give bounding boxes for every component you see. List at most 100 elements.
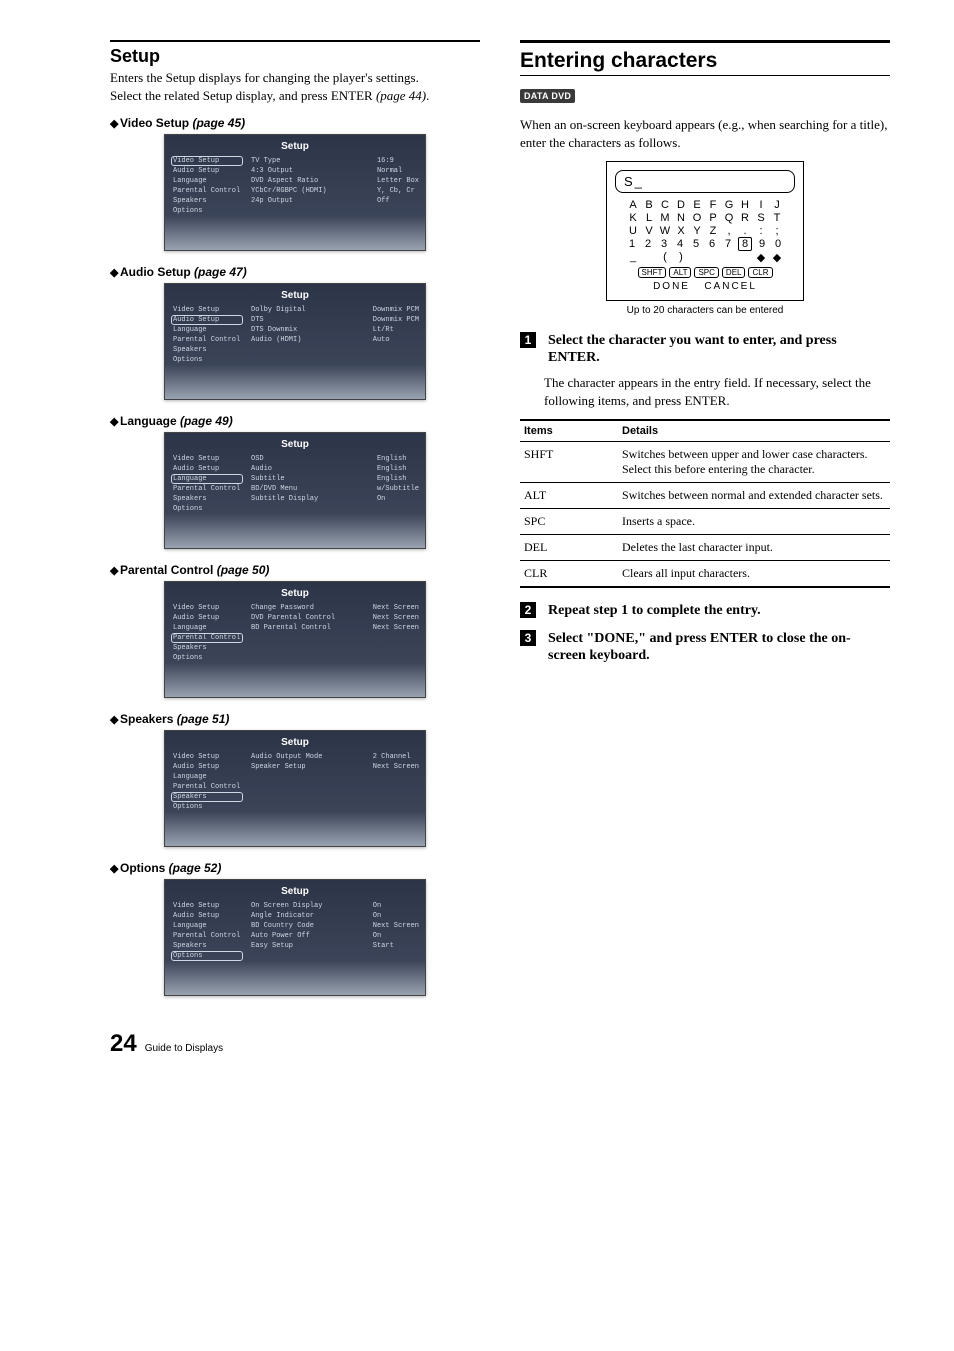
keyboard-entry-field: S_	[615, 170, 795, 193]
section-title: Speakers	[120, 712, 173, 726]
menu-item: Options	[171, 504, 243, 514]
keyboard-key: B	[643, 199, 655, 211]
ec-intro: When an on-screen keyboard appears (e.g.…	[520, 116, 890, 151]
keyboard-key: C	[659, 199, 671, 211]
menu-item: Audio Setup	[171, 315, 243, 325]
keyboard-key: .	[739, 225, 751, 237]
setting-value: On	[373, 931, 419, 941]
setting-label: On Screen Display	[251, 901, 363, 911]
keyboard-key: A	[627, 199, 639, 211]
table-cell-detail: Deletes the last character input.	[618, 535, 890, 561]
setting-label: 4:3 Output	[251, 166, 367, 176]
setting-value: Downmix PCM	[373, 305, 419, 315]
screenshot-title: Setup	[165, 284, 425, 305]
menu-item: Parental Control	[171, 782, 243, 792]
setting-value: Start	[373, 941, 419, 951]
table-cell-detail: Clears all input characters.	[618, 561, 890, 588]
menu-item: Options	[171, 653, 243, 663]
setting-value: Letter Box	[377, 176, 419, 186]
section-page-ref: (page 49)	[180, 414, 233, 428]
intro-line1: Enters the Setup displays for changing t…	[110, 70, 419, 85]
menu-item: Parental Control	[171, 186, 243, 196]
table-row: SPCInserts a space.	[520, 509, 890, 535]
keyboard-key: W	[659, 225, 671, 237]
step-2-title: Repeat step 1 to complete the entry.	[548, 603, 761, 618]
keyboard-key: 7	[722, 238, 734, 250]
keyboard-key: S	[755, 212, 767, 224]
section-title: Parental Control	[120, 563, 213, 577]
setting-value: Next Screen	[373, 613, 419, 623]
keyboard-key: V	[643, 225, 655, 237]
table-header-details: Details	[618, 420, 890, 442]
keyboard-key: N	[675, 212, 687, 224]
data-dvd-badge: DATA DVD	[520, 89, 575, 103]
keyboard-fn-key: CLR	[748, 267, 772, 278]
keyboard-key	[643, 251, 655, 264]
keyboard-fn-key: DEL	[722, 267, 746, 278]
menu-item: Language	[171, 772, 243, 782]
menu-item: Audio Setup	[171, 762, 243, 772]
setting-label: Audio	[251, 464, 367, 474]
section-page-ref: (page 45)	[192, 116, 245, 130]
keyboard-key: K	[627, 212, 639, 224]
keyboard-key: 0	[772, 238, 784, 250]
menu-item: Audio Setup	[171, 166, 243, 176]
setting-value: Y, Cb, Cr	[377, 186, 419, 196]
setting-label: Easy Setup	[251, 941, 363, 951]
table-cell-item: CLR	[520, 561, 618, 588]
setting-value: On	[373, 901, 419, 911]
intro-page-ref: (page 44)	[376, 88, 426, 103]
keyboard-key: D	[675, 199, 687, 211]
table-cell-detail: Switches between upper and lower case ch…	[618, 442, 890, 483]
footer-label: Guide to Displays	[145, 1043, 223, 1054]
keyboard-key: 4	[674, 238, 686, 250]
keyboard-fn-key: SHFT	[638, 267, 667, 278]
keyboard-key: G	[723, 199, 735, 211]
menu-item: Audio Setup	[171, 613, 243, 623]
keyboard-key: I	[755, 199, 767, 211]
setting-label: Change Password	[251, 603, 363, 613]
keyboard-key: ;	[771, 225, 783, 237]
setting-label: BD Country Code	[251, 921, 363, 931]
menu-item: Speakers	[171, 792, 243, 802]
keyboard-key	[707, 251, 719, 264]
setting-label: OSD	[251, 454, 367, 464]
keyboard-key: ◆	[771, 251, 783, 264]
entering-characters-heading: Entering characters	[520, 49, 890, 76]
keyboard-key: :	[755, 225, 767, 237]
setting-label: DVD Parental Control	[251, 613, 363, 623]
keyboard-key: Y	[691, 225, 703, 237]
setup-heading: Setup	[110, 46, 480, 67]
menu-item: Language	[171, 921, 243, 931]
table-cell-item: SPC	[520, 509, 618, 535]
setup-screenshot: SetupVideo SetupAudio SetupLanguageParen…	[164, 879, 426, 996]
menu-item: Video Setup	[171, 603, 243, 613]
setup-screenshot: SetupVideo SetupAudio SetupLanguageParen…	[164, 432, 426, 549]
setup-screenshot: SetupVideo SetupAudio SetupLanguageParen…	[164, 730, 426, 847]
onscreen-keyboard: S_ ABCDEFGHIJKLMNOPQRSTUVWXYZ,.:;1234567…	[606, 161, 804, 301]
menu-item: Video Setup	[171, 752, 243, 762]
keyboard-key: 3	[658, 238, 670, 250]
setting-value: Next Screen	[373, 921, 419, 931]
menu-item: Options	[171, 355, 243, 365]
keyboard-key: Q	[723, 212, 735, 224]
setting-label: Subtitle	[251, 474, 367, 484]
section-heading: ◆Video Setup (page 45)	[110, 116, 480, 130]
setting-value: Normal	[377, 166, 419, 176]
keyboard-done: DONE	[653, 281, 690, 292]
setting-label: Auto Power Off	[251, 931, 363, 941]
table-row: ALTSwitches between normal and extended …	[520, 483, 890, 509]
step-2-number: 2	[520, 602, 536, 618]
section-heading: ◆Speakers (page 51)	[110, 712, 480, 726]
menu-item: Options	[171, 802, 243, 812]
keyboard-key: U	[627, 225, 639, 237]
menu-item: Parental Control	[171, 931, 243, 941]
screenshot-title: Setup	[165, 880, 425, 901]
setup-screenshot: SetupVideo SetupAudio SetupLanguageParen…	[164, 134, 426, 251]
menu-item: Video Setup	[171, 901, 243, 911]
setting-value: Next Screen	[373, 603, 419, 613]
menu-item: Video Setup	[171, 305, 243, 315]
table-row: DELDeletes the last character input.	[520, 535, 890, 561]
section-page-ref: (page 50)	[217, 563, 270, 577]
setting-label: DVD Aspect Ratio	[251, 176, 367, 186]
